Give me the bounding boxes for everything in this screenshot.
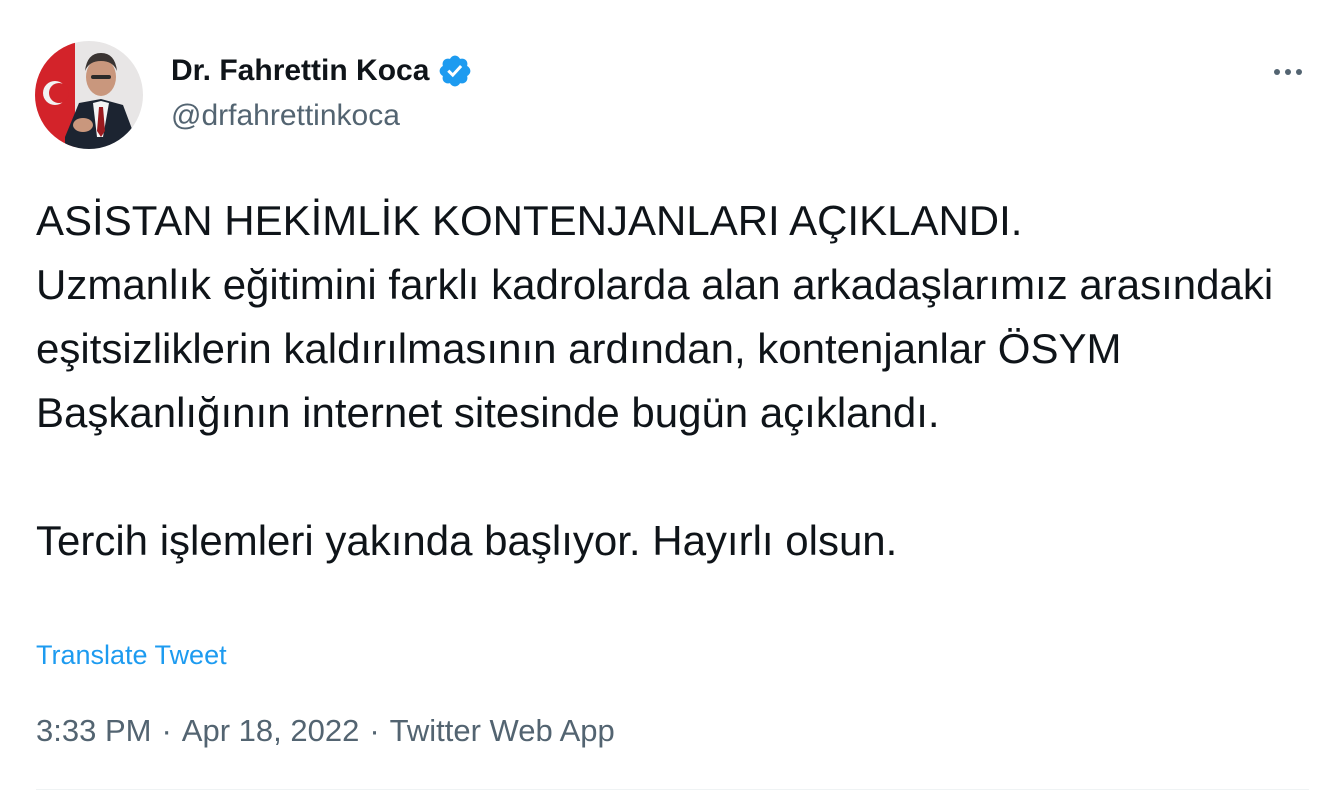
tweet: Dr. Fahrettin Koca @drfahrettinkoca ASİS… [0, 0, 1341, 792]
tweet-paragraph: ASİSTAN HEKİMLİK KONTENJANLARI AÇIKLANDI… [36, 197, 1274, 436]
more-dot [1285, 69, 1291, 75]
tweet-metadata: 3:33 PM · Apr 18, 2022 · Twitter Web App [36, 710, 615, 752]
tweet-paragraph: Tercih işlemleri yakında başlıyor. Hayır… [36, 517, 898, 564]
avatar[interactable] [35, 41, 143, 149]
avatar-image [35, 41, 143, 149]
more-dot [1274, 69, 1280, 75]
meta-separator: · [161, 713, 172, 748]
tweet-text: ASİSTAN HEKİMLİK KONTENJANLARI AÇIKLANDI… [36, 189, 1326, 573]
tweet-source[interactable]: Twitter Web App [390, 710, 615, 752]
tweet-date[interactable]: Apr 18, 2022 [182, 710, 360, 752]
author-name-row: Dr. Fahrettin Koca [171, 51, 473, 91]
author-display-name[interactable]: Dr. Fahrettin Koca [171, 51, 429, 91]
meta-separator: · [369, 713, 380, 748]
more-dot [1296, 69, 1302, 75]
tweet-time[interactable]: 3:33 PM [36, 710, 151, 752]
translate-tweet-link[interactable]: Translate Tweet [36, 636, 227, 674]
verified-badge-icon [440, 55, 471, 87]
more-dots-icon[interactable] [1264, 52, 1312, 92]
author-handle[interactable]: @drfahrettinkoca [171, 97, 400, 135]
divider [36, 789, 1309, 790]
